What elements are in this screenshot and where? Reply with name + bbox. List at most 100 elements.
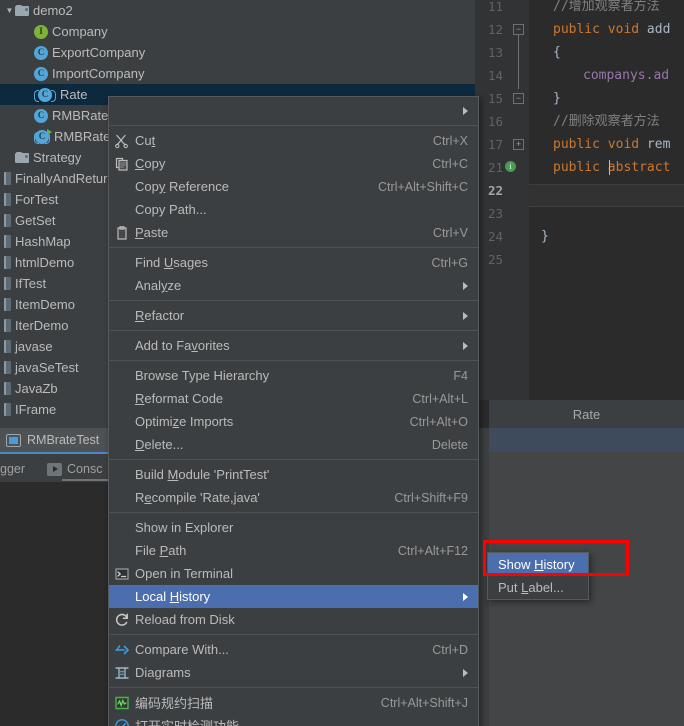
folder-dot [25, 154, 28, 158]
class-circle-icon: C [38, 87, 52, 102]
menu-label-mnemonic: P [159, 543, 169, 558]
menu-item-copy-reference[interactable]: Copy Reference Ctrl+Alt+Shift+C [109, 175, 478, 198]
menu-item-paste[interactable]: Paste Ctrl+V [109, 221, 478, 244]
menu-item-build-module[interactable]: Build Module 'PrintTest' [109, 463, 478, 486]
code-text: //删除观察者方法 [553, 114, 660, 129]
menu-item-label: Refactor [135, 308, 453, 323]
module-icon [4, 277, 11, 290]
code-identifier: rem [646, 137, 671, 152]
debugger-tab[interactable]: gger [0, 462, 25, 476]
console-tab[interactable]: Consc [47, 462, 102, 476]
menu-label-post: ze [167, 278, 182, 293]
menu-separator [109, 300, 478, 301]
editor-gutter-row: 12− [475, 18, 529, 41]
menu-label-pre: Compare With... [135, 642, 229, 657]
menu-item-diagrams[interactable]: Diagrams [109, 661, 478, 684]
menu-item-show-in-explorer[interactable]: Show in Explorer [109, 516, 478, 539]
intention-bulb-icon[interactable]: i [505, 161, 516, 172]
code-keyword: public abstract [553, 160, 671, 175]
menu-item-optimize-imports[interactable]: Optimize Imports Ctrl+Alt+O [109, 410, 478, 433]
menu-item-file-path[interactable]: File Path Ctrl+Alt+F12 [109, 539, 478, 562]
code-line: } [541, 225, 549, 248]
module-icon [4, 403, 11, 416]
local-history-submenu[interactable]: Show History Put Label... [487, 552, 589, 600]
menu-item-add-to-favorites[interactable]: Add to Favorites [109, 334, 478, 357]
class-circle-icon: C [35, 129, 49, 144]
menu-label-post: aste [143, 225, 169, 240]
chevron-right-icon [463, 311, 468, 320]
menu-item-label: Add to Favorites [135, 338, 453, 353]
editor-tab-rate[interactable]: Rate [489, 400, 684, 428]
tree-item-company[interactable]: I Company [0, 21, 475, 42]
menu-label-pre: R [135, 490, 145, 505]
line-number: 11 [487, 0, 503, 14]
code-line: public void add [553, 18, 670, 41]
tree-item-label: ForTest [15, 192, 59, 207]
menu-item-shortcut: Ctrl+Alt+Shift+C [378, 179, 468, 194]
menu-separator [109, 459, 478, 460]
module-icon [4, 298, 11, 311]
menu-label-pre: Browse Type Hierarchy [135, 368, 270, 383]
menu-label-post: odule 'PrintTest' [178, 467, 270, 482]
module-icon [4, 340, 11, 353]
context-menu[interactable]: Cut Ctrl+X Copy Ctrl+C Copy Reference Ctrl+Al… [108, 96, 479, 726]
tree-item-label: htmlDemo [15, 255, 75, 270]
menu-item-delete[interactable]: Delete... Delete [109, 433, 478, 456]
menu-label-post: ath [168, 543, 187, 558]
menu-item-cut[interactable]: Cut Ctrl+X [109, 129, 478, 152]
menu-item-analyze[interactable]: Analyze [109, 274, 478, 297]
run-configuration-tab[interactable]: RMBrateTest [0, 428, 110, 454]
menu-item-open-in-terminal[interactable]: Open in Terminal [109, 562, 478, 585]
menu-item-label: Analyze [135, 278, 453, 293]
tree-item-label: javase [15, 339, 53, 354]
tree-row-root[interactable]: ▼ demo2 [0, 0, 475, 21]
code-text: { [553, 45, 561, 60]
code-editor[interactable]: 11//增加观察者方法 12− public void add 13{14 compan… [475, 0, 684, 400]
menu-item-recompile[interactable]: Recompile 'Rate,java' Ctrl+Shift+F9 [109, 486, 478, 509]
menu-item-label: Recompile 'Rate,java' [135, 490, 378, 505]
code-line: //增加观察者方法 [553, 0, 660, 18]
submenu-item-show-history[interactable]: Show History [488, 553, 588, 576]
menu-item-refactor[interactable]: Refactor [109, 304, 478, 327]
code-keyword: public void [553, 137, 647, 152]
menu-item-realtime-detect[interactable]: 打开实时检测功能 [109, 714, 478, 726]
menu-item-code-scan[interactable]: 编码规约扫描 Ctrl+Alt+Shift+J [109, 691, 478, 714]
menu-item-new[interactable] [109, 99, 478, 122]
refresh-icon [114, 612, 130, 628]
editor-gutter-row: 22 [475, 179, 529, 202]
editor-gutter-row: 13 [475, 41, 529, 64]
editor-gutter-row: 16 [475, 110, 529, 133]
tree-item-importcompany[interactable]: C ImportCompany [0, 63, 475, 84]
submenu-item-put-label[interactable]: Put Label... [488, 576, 588, 599]
submenu-label-post: istory [543, 557, 575, 572]
menu-item-compare-with[interactable]: Compare With... Ctrl+D [109, 638, 478, 661]
menu-label-post: Reference [165, 179, 229, 194]
tree-item-exportcompany[interactable]: C ExportCompany [0, 42, 475, 63]
menu-label-mnemonic: e [144, 490, 152, 505]
folder-icon [15, 151, 29, 164]
menu-label-pre: Optimi [135, 414, 173, 429]
menu-label-pre: Find [135, 255, 164, 270]
terminal-icon [114, 566, 130, 582]
abstract-class-icon: C [34, 87, 56, 102]
fold-collapse-icon[interactable]: − [513, 93, 524, 104]
menu-label-post: istory [179, 589, 211, 604]
menu-label-post: compile 'Rate,java' [151, 490, 260, 505]
menu-item-copy-path[interactable]: Copy Path... [109, 198, 478, 221]
editor-gutter-row: 25 [475, 248, 529, 271]
chevron-down-icon[interactable]: ▼ [4, 0, 15, 21]
menu-label-post: orites [197, 338, 230, 353]
menu-item-find-usages[interactable]: Find Usages Ctrl+G [109, 251, 478, 274]
fold-expand-icon[interactable]: + [513, 139, 524, 150]
menu-item-label: Delete... [135, 437, 416, 452]
menu-item-reformat-code[interactable]: Reformat Code Ctrl+Alt+L [109, 387, 478, 410]
menu-item-local-history[interactable]: Local History [109, 585, 478, 608]
menu-label-mnemonic: H [169, 589, 180, 604]
menu-separator [109, 360, 478, 361]
menu-item-shortcut: Ctrl+Alt+O [409, 414, 468, 429]
selected-row-strip [489, 428, 684, 452]
menu-item-browse-type-hierarchy[interactable]: Browse Type Hierarchy F4 [109, 364, 478, 387]
submenu-label-mnemonic: H [534, 557, 544, 572]
menu-item-reload-from-disk[interactable]: Reload from Disk [109, 608, 478, 631]
menu-item-copy[interactable]: Copy Ctrl+C [109, 152, 478, 175]
